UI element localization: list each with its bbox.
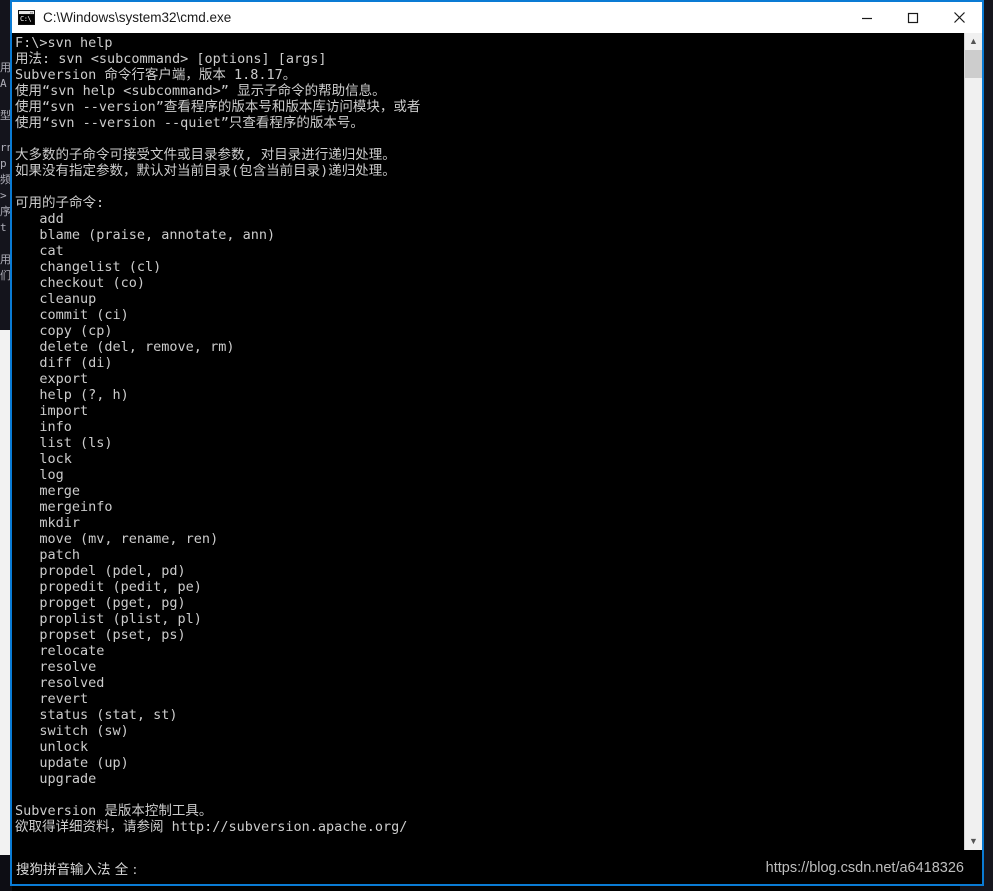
console-line: propget (pget, pg) [15,595,186,611]
console-line: proplist (plist, pl) [15,611,202,627]
close-icon [953,12,965,23]
console-line: diff (di) [15,355,113,371]
console-line: Subversion 是版本控制工具。 [15,803,213,819]
console-line: export [15,371,89,387]
console-line: log [15,467,64,483]
minimize-icon [862,17,872,19]
minimize-button[interactable] [844,2,890,33]
watermark-text: https://blog.csdn.net/a6418326 [765,859,964,876]
console-line: commit (ci) [15,307,129,323]
console-line: resolved [15,675,105,691]
ime-status-text: 搜狗拼音输入法 全 : [16,861,138,878]
console-line: mkdir [15,515,81,531]
console-line: propset (pset, ps) [15,627,186,643]
console-line: mergeinfo [15,499,113,515]
scrollbar-thumb[interactable] [965,50,982,78]
console-line: upgrade [15,771,97,787]
console-area[interactable]: F:\>svn help 用法: svn <subcommand> [option… [12,33,982,850]
console-line: 使用“svn --version --quiet”只查看程序的版本号。 [15,115,364,131]
console-line: info [15,419,72,435]
console-line: list (ls) [15,435,113,451]
vertical-scrollbar[interactable]: ▲ ▼ [964,33,982,850]
cmd-window: ▪▪ C:\ C:\Windows\system32\cmd.exe F:\>s… [10,0,984,886]
title-bar[interactable]: ▪▪ C:\ C:\Windows\system32\cmd.exe [12,2,982,33]
console-line: patch [15,547,81,563]
console-line: delete (del, remove, rm) [15,339,235,355]
console-line: blame (praise, annotate, ann) [15,227,276,243]
console-output[interactable]: F:\>svn help 用法: svn <subcommand> [option… [12,33,964,850]
console-line: checkout (co) [15,275,146,291]
console-line: copy (cp) [15,323,113,339]
console-line: cat [15,243,64,259]
console-line: status (stat, st) [15,707,178,723]
maximize-icon [907,12,919,23]
console-line: merge [15,483,81,499]
console-line: resolve [15,659,97,675]
screen: 用A型rnp频>序t用们 5 9 ▪▪ C:\ C:\Windows\syste… [0,0,993,891]
console-line: update (up) [15,755,129,771]
console-line: add [15,211,64,227]
console-line: revert [15,691,89,707]
console-line: relocate [15,643,105,659]
console-line: 如果没有指定参数，默认对当前目录(包含当前目录)递归处理。 [15,163,396,179]
console-line: import [15,403,89,419]
console-line: switch (sw) [15,723,129,739]
console-line: Subversion 命令行客户端，版本 1.8.17。 [15,67,297,83]
console-line: 大多数的子命令可接受文件或目录参数, 对目录进行递归处理。 [15,147,396,163]
console-line: 可用的子命令: [15,195,105,211]
console-line: move (mv, rename, ren) [15,531,219,547]
console-line: 欲取得详细资料，请参阅 http://subversion.apache.org… [15,819,408,835]
scrollbar-track[interactable] [965,50,982,833]
console-line: cleanup [15,291,97,307]
window-title: C:\Windows\system32\cmd.exe [43,10,232,25]
window-controls [844,2,982,33]
console-line: F:\>svn help [15,35,113,51]
cmd-icon-prompt: C:\ [19,15,34,24]
console-line: 使用“svn --version”查看程序的版本号和版本库访问模块，或者 [15,99,421,115]
console-line: unlock [15,739,89,755]
console-line: propedit (pedit, pe) [15,579,202,595]
scroll-up-arrow-icon[interactable]: ▲ [965,33,982,50]
cmd-icon: ▪▪ C:\ [18,10,35,25]
console-line: lock [15,451,72,467]
close-button[interactable] [936,2,982,33]
console-line: 用法: svn <subcommand> [options] [args] [15,51,327,67]
scroll-down-arrow-icon[interactable]: ▼ [965,833,982,850]
console-line: help (?, h) [15,387,129,403]
maximize-button[interactable] [890,2,936,33]
console-line: propdel (pdel, pd) [15,563,186,579]
ime-status-bar: 搜狗拼音输入法 全 : https://blog.csdn.net/a64183… [12,850,982,884]
console-line: 使用“svn help <subcommand>” 显示子命令的帮助信息。 [15,83,386,99]
console-line: changelist (cl) [15,259,162,275]
